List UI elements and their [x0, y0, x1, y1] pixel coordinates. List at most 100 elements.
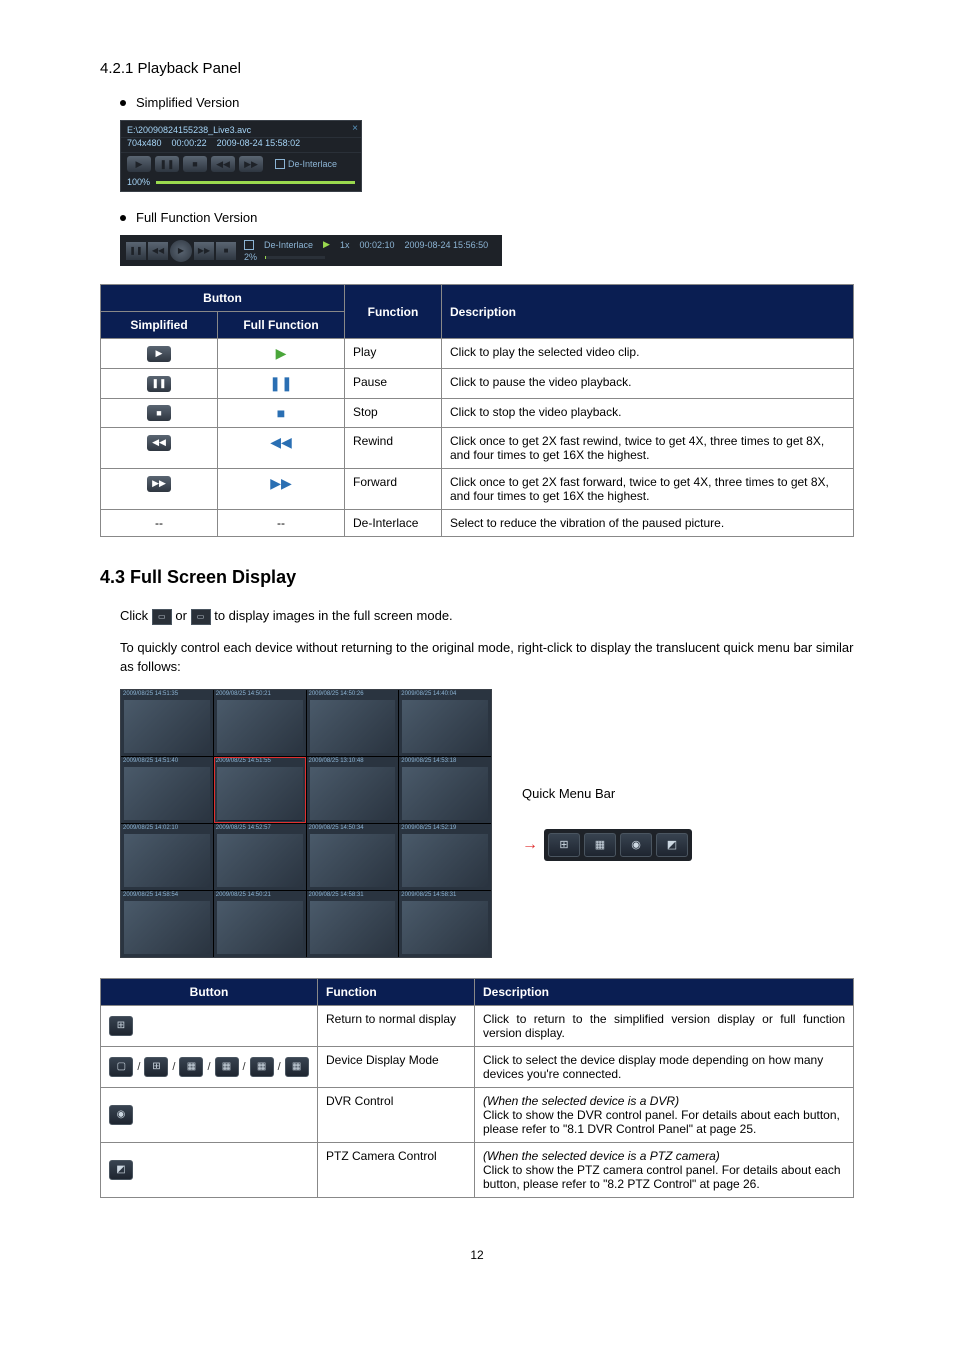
full-progress-track[interactable] — [265, 256, 325, 259]
quick-menu-bar: ⊞ ▦ ◉ ◩ — [544, 829, 692, 861]
para-click-fullscreen: Click ▭ or ▭ to display images in the fu… — [120, 606, 854, 626]
cell-function: Rewind — [345, 428, 442, 469]
camera-tile: 2009/08/25 13:10:48 — [307, 757, 399, 823]
rewind-icon: ◀◀ — [270, 434, 292, 450]
qb-display-icon[interactable]: ▦ — [239, 806, 258, 820]
para-quick-menu: To quickly control each device without r… — [120, 638, 854, 677]
simp-elapsed: 00:00:22 — [172, 138, 207, 148]
simp-forward-button[interactable]: ▶▶ — [239, 156, 263, 172]
th-function: Function — [318, 978, 475, 1005]
text: or — [175, 608, 190, 623]
return-display-icon: ⊞ — [109, 1016, 133, 1036]
full-play-button[interactable]: ▶ — [170, 240, 192, 262]
th-button: Button — [101, 978, 318, 1005]
quick-menu-buttons-table: Button Function Description ⊞ Return to … — [100, 978, 854, 1198]
qm-dvr-icon[interactable]: ◉ — [620, 833, 652, 857]
cell-description: Click to stop the video playback. — [442, 399, 854, 428]
qm-return-icon[interactable]: ⊞ — [548, 833, 580, 857]
full-deinterlace-label: De-Interlace — [264, 240, 313, 250]
camera-tile: 2009/08/25 14:50:21 — [214, 690, 306, 756]
qb-dvr-icon[interactable]: ◉ — [261, 806, 280, 820]
qm-display-icon[interactable]: ▦ — [584, 833, 616, 857]
th-fullfunc: Full Function — [218, 312, 345, 339]
full-progress-percent: 2% — [244, 252, 257, 262]
fullscreen-icon: ▭ — [152, 609, 172, 625]
stop-icon: ■ — [277, 405, 285, 421]
th-simplified: Simplified — [101, 312, 218, 339]
full-time: 00:02:10 — [359, 240, 394, 250]
ptz-control-icon: ◩ — [109, 1160, 133, 1180]
table-row: ⊞ Return to normal display Click to retu… — [101, 1005, 854, 1046]
display-mode-13-icon: ▦ — [250, 1057, 274, 1077]
qb-return-icon[interactable]: ⊞ — [218, 806, 237, 820]
cell-description: Click to pause the video playback. — [442, 369, 854, 399]
simp-datetime: 2009-08-24 15:58:02 — [217, 138, 301, 148]
table-row: ◀◀ ◀◀ Rewind Click once to get 2X fast r… — [101, 428, 854, 469]
full-forward-button[interactable]: ▶▶ — [194, 242, 214, 260]
camera-tile: 2009/08/25 14:52:57 — [214, 824, 306, 890]
pause-icon: ❚❚ — [269, 375, 292, 391]
cell-function: PTZ Camera Control — [318, 1142, 475, 1197]
desc-italic: (When the selected device is a PTZ camer… — [483, 1149, 720, 1163]
camera-tile: 2009/08/25 14:51:40 — [121, 757, 213, 823]
cell-function: De-Interlace — [345, 510, 442, 537]
display-mode-9-icon: ▦ — [215, 1057, 239, 1077]
cell-function: Device Display Mode — [318, 1046, 475, 1087]
heading-43: 4.3 Full Screen Display — [100, 567, 854, 588]
bullet-dot-icon — [120, 100, 126, 106]
heading-421: 4.2.1 Playback Panel — [100, 60, 854, 77]
simp-rewind-button[interactable]: ◀◀ — [211, 156, 235, 172]
camera-quick-menu-bar: ⊞ ▦ ◉ ◩ — [218, 805, 302, 821]
forward-icon: ▶▶ — [147, 476, 171, 492]
simp-pause-button[interactable]: ❚❚ — [155, 156, 179, 172]
simp-stop-button[interactable]: ■ — [183, 156, 207, 172]
cell-function: Forward — [345, 469, 442, 510]
rewind-icon: ◀◀ — [147, 435, 171, 451]
bullet-dot-icon — [120, 215, 126, 221]
display-mode-4-icon: ⊞ — [144, 1057, 168, 1077]
qb-ptz-icon[interactable]: ◩ — [282, 806, 301, 820]
cell-description: Click once to get 2X fast forward, twice… — [442, 469, 854, 510]
page-number: 12 — [100, 1248, 854, 1262]
simp-progress-fill — [156, 181, 355, 184]
simp-play-button[interactable]: ▶ — [127, 156, 151, 172]
cell-function: DVR Control — [318, 1087, 475, 1142]
bullet-fullfunc-label: Full Function Version — [136, 210, 257, 225]
cell-function: Pause — [345, 369, 442, 399]
cell-function: Stop — [345, 399, 442, 428]
qm-ptz-icon[interactable]: ◩ — [656, 833, 688, 857]
camera-tile: 2009/08/25 14:50:34 — [307, 824, 399, 890]
table-row: ◩ PTZ Camera Control (When the selected … — [101, 1142, 854, 1197]
playback-buttons-table: Button Function Description Simplified F… — [100, 284, 854, 537]
pause-icon: ❚❚ — [147, 376, 171, 392]
full-stop-button[interactable]: ■ — [216, 242, 236, 260]
camera-tile: 2009/08/25 14:50:21 — [214, 891, 306, 957]
forward-icon: ▶▶ — [270, 475, 292, 491]
play-icon: ▶ — [147, 346, 171, 362]
checkbox-icon — [275, 159, 285, 169]
camera-tile: 2009/08/25 14:51:35 — [121, 690, 213, 756]
full-datetime: 2009-08-24 15:56:50 — [405, 240, 489, 250]
camera-tile: 2009/08/25 14:58:31 — [307, 891, 399, 957]
full-rewind-button[interactable]: ◀◀ — [148, 242, 168, 260]
close-icon[interactable]: × — [352, 123, 358, 134]
cell-description: Click to return to the simplified versio… — [475, 1005, 854, 1046]
cell-description: Click once to get 2X fast rewind, twice … — [442, 428, 854, 469]
full-pause-button[interactable]: ❚❚ — [126, 242, 146, 260]
camera-tile: 2009/08/25 14:50:26 — [307, 690, 399, 756]
table-row: -- -- De-Interlace Select to reduce the … — [101, 510, 854, 537]
simp-progress-percent: 100% — [127, 177, 150, 187]
simp-deinterlace-label: De-Interlace — [288, 159, 337, 169]
simp-deinterlace-checkbox[interactable]: De-Interlace — [275, 159, 337, 169]
desc-text: Click to show the DVR control panel. For… — [483, 1108, 840, 1136]
stop-icon: ■ — [147, 405, 171, 421]
camera-tile: 2009/08/25 14:58:54 — [121, 891, 213, 957]
play-status-icon: ▶ — [323, 239, 330, 250]
table-row: ▢/ ⊞/ ▦/ ▦/ ▦/ ▦ Device Display Mode Cli… — [101, 1046, 854, 1087]
simp-progress-track[interactable] — [156, 181, 355, 184]
full-progress-fill — [265, 256, 266, 259]
display-mode-6-icon: ▦ — [179, 1057, 203, 1077]
desc-text: Click to show the PTZ camera control pan… — [483, 1163, 841, 1191]
cell-description: (When the selected device is a DVR) Clic… — [475, 1087, 854, 1142]
cell-description: Click to play the selected video clip. — [442, 339, 854, 369]
